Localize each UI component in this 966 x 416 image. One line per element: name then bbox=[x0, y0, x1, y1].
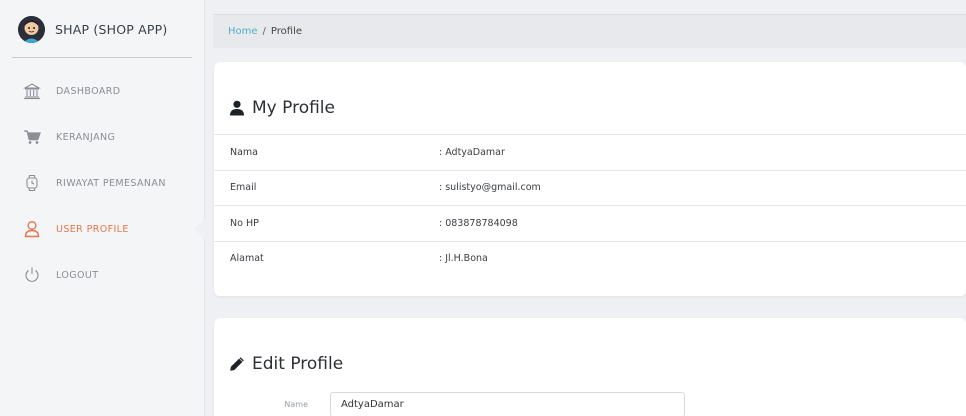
profile-title-text: My Profile bbox=[252, 98, 335, 118]
profile-row-alamat: Alamat : Jl.H.Bona bbox=[214, 240, 966, 279]
profile-key: Alamat bbox=[230, 252, 264, 264]
sidebar-item-label: DASHBOARD bbox=[56, 85, 121, 97]
name-field-label: Name bbox=[284, 399, 308, 409]
edit-profile-card: Edit Profile Name bbox=[214, 318, 966, 416]
sidebar-item-riwayat-pemesanan[interactable]: RIWAYAT PEMESANAN bbox=[0, 160, 205, 206]
name-input[interactable] bbox=[330, 391, 685, 416]
profile-row-nama: Nama : AdtyaDamar bbox=[214, 134, 966, 170]
user-icon bbox=[22, 219, 42, 239]
profile-row-no-hp: No HP : 083878784098 bbox=[214, 205, 966, 241]
breadcrumb: Home / Profile bbox=[213, 14, 966, 48]
cart-icon bbox=[22, 127, 42, 147]
sidebar-item-label: USER PROFILE bbox=[56, 223, 129, 235]
sidebar: SHAP (SHOP APP) DASHBOARD KERANJANG RIWA… bbox=[0, 0, 206, 416]
user-icon bbox=[228, 99, 246, 117]
sidebar-item-label: LOGOUT bbox=[56, 269, 99, 281]
avatar-icon bbox=[18, 15, 45, 43]
power-icon bbox=[22, 265, 42, 285]
watch-icon bbox=[22, 173, 42, 193]
edit-name-row: Name bbox=[214, 391, 966, 416]
pencil-icon bbox=[228, 355, 246, 373]
breadcrumb-current: Profile bbox=[270, 26, 302, 37]
sidebar-nav: DASHBOARD KERANJANG RIWAYAT PEMESANAN US… bbox=[0, 68, 206, 298]
brand[interactable]: SHAP (SHOP APP) bbox=[0, 0, 205, 58]
breadcrumb-separator: / bbox=[262, 26, 266, 37]
edit-title-text: Edit Profile bbox=[252, 354, 344, 374]
sidebar-item-dashboard[interactable]: DASHBOARD bbox=[0, 68, 205, 114]
profile-key: No HP bbox=[230, 217, 259, 229]
sidebar-item-keranjang[interactable]: KERANJANG bbox=[0, 114, 205, 160]
brand-divider bbox=[12, 57, 192, 58]
brand-title: SHAP (SHOP APP) bbox=[55, 21, 168, 37]
profile-card-title: My Profile bbox=[228, 98, 335, 118]
profile-row-email: Email : sulistyo@gmail.com bbox=[214, 169, 966, 206]
profile-value: : 083878784098 bbox=[439, 217, 518, 229]
bank-icon bbox=[22, 81, 42, 101]
sidebar-item-logout[interactable]: LOGOUT bbox=[0, 252, 205, 298]
profile-table: Nama : AdtyaDamar Email : sulistyo@gmail… bbox=[214, 134, 966, 279]
profile-card: My Profile Nama : AdtyaDamar Email : sul… bbox=[214, 62, 966, 296]
sidebar-item-label: RIWAYAT PEMESANAN bbox=[56, 177, 166, 189]
profile-value: : Jl.H.Bona bbox=[439, 252, 488, 264]
sidebar-item-label: KERANJANG bbox=[56, 131, 116, 143]
profile-value: : AdtyaDamar bbox=[439, 146, 505, 158]
sidebar-item-user-profile[interactable]: USER PROFILE bbox=[0, 206, 206, 252]
edit-card-title: Edit Profile bbox=[228, 354, 343, 374]
profile-key: Nama bbox=[230, 146, 259, 158]
active-indicator bbox=[194, 218, 206, 240]
breadcrumb-home-link[interactable]: Home bbox=[228, 26, 258, 37]
profile-key: Email bbox=[230, 182, 257, 194]
profile-value: : sulistyo@gmail.com bbox=[439, 182, 541, 194]
